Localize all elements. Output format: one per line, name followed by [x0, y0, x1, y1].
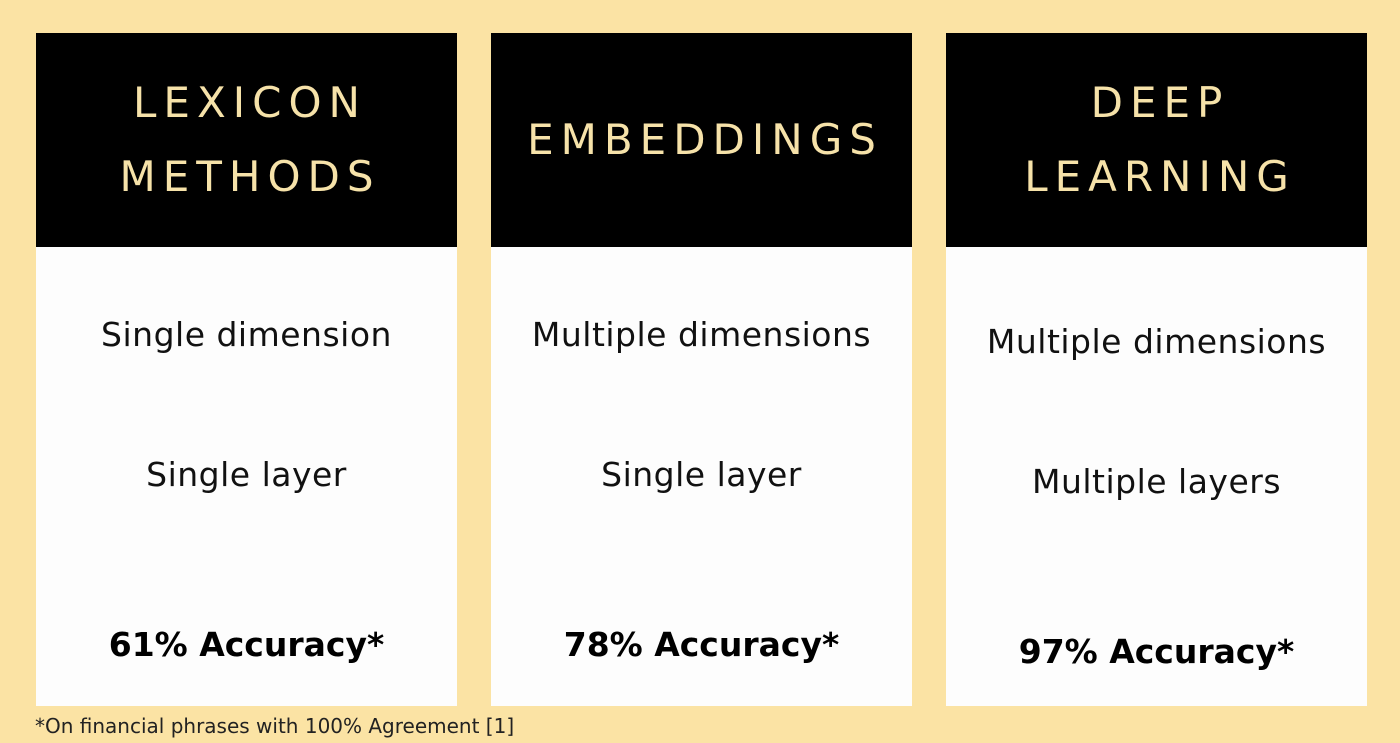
card-accuracy-text: 78% Accuracy*	[563, 625, 840, 664]
card-title-line: LEXICON	[133, 78, 367, 127]
card-title-line: EMBEDDINGS	[527, 115, 883, 164]
card-layer-text: Multiple layers	[1031, 462, 1282, 501]
card-embeddings: EMBEDDINGS Multiple dimensions Single la…	[491, 33, 912, 706]
card-title: EMBEDDINGS	[527, 103, 883, 177]
card-layer-text: Single layer	[601, 455, 802, 494]
footnote: *On financial phrases with 100% Agreemen…	[35, 714, 515, 738]
card-header: LEXICON METHODS	[36, 33, 457, 247]
card-layer-text: Single layer	[146, 455, 347, 494]
card-accuracy-text: 97% Accuracy*	[1018, 632, 1295, 671]
card-title-line: LEARNING	[1024, 152, 1296, 201]
card-header: DEEP LEARNING	[946, 33, 1367, 247]
card-accuracy-text: 61% Accuracy*	[108, 625, 385, 664]
card-dimension-text: Multiple dimensions	[531, 315, 872, 354]
card-title: LEXICON METHODS	[119, 66, 380, 214]
card-lexicon-methods: LEXICON METHODS Single dimension Single …	[36, 33, 457, 706]
card-deep-learning: DEEP LEARNING Multiple dimensions Multip…	[946, 33, 1367, 706]
card-dimension-text: Multiple dimensions	[986, 322, 1327, 361]
card-header: EMBEDDINGS	[491, 33, 912, 247]
card-title-line: METHODS	[119, 152, 381, 201]
card-title-line: DEEP	[1090, 78, 1230, 127]
card-title: DEEP LEARNING	[1024, 66, 1296, 214]
card-dimension-text: Single dimension	[101, 315, 392, 354]
